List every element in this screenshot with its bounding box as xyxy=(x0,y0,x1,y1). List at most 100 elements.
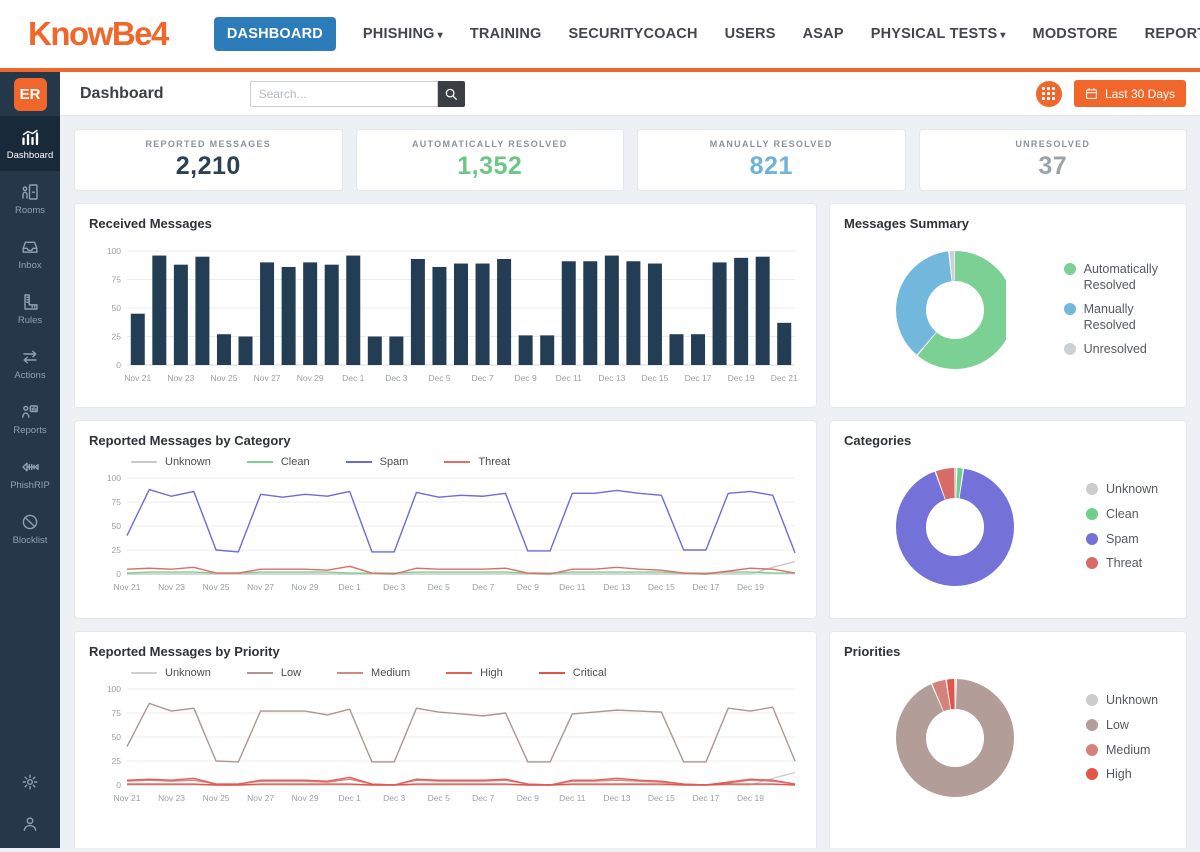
svg-text:Dec 13: Dec 13 xyxy=(598,373,625,383)
svg-text:Dec 3: Dec 3 xyxy=(385,373,407,383)
svg-text:Dec 13: Dec 13 xyxy=(603,582,630,592)
svg-text:Dec 21: Dec 21 xyxy=(771,373,798,383)
legend-swatch xyxy=(1086,768,1098,780)
legend-item-low[interactable]: Low xyxy=(247,667,301,679)
sidebar-item-rooms[interactable]: Rooms xyxy=(0,171,60,226)
date-range-label: Last 30 Days xyxy=(1105,87,1175,101)
legend-item-high[interactable]: High xyxy=(1086,767,1158,783)
svg-text:Nov 23: Nov 23 xyxy=(167,373,194,383)
nav-item-modstore[interactable]: MODSTORE xyxy=(1033,26,1118,42)
legend-item-threat[interactable]: Threat xyxy=(444,456,510,468)
legend-item-unknown[interactable]: Unknown xyxy=(1086,693,1158,709)
legend-item-low[interactable]: Low xyxy=(1086,718,1158,734)
legend-item-critical[interactable]: Critical xyxy=(539,667,607,679)
reports-icon xyxy=(20,402,40,422)
search-button[interactable] xyxy=(438,81,465,107)
stat-label: REPORTED MESSAGES xyxy=(145,139,271,149)
search-input[interactable] xyxy=(250,81,438,107)
nav-item-phishing[interactable]: PHISHING▾ xyxy=(363,26,443,42)
bar xyxy=(432,267,446,365)
legend-item-unknown[interactable]: Unknown xyxy=(131,667,211,679)
sidebar-item-actions[interactable]: Actions xyxy=(0,336,60,391)
legend-item-medium[interactable]: Medium xyxy=(337,667,410,679)
sidebar-item-label: Actions xyxy=(14,370,45,381)
legend-item-threat[interactable]: Threat xyxy=(1086,556,1158,572)
nav-item-reports[interactable]: REPORTS xyxy=(1145,26,1200,42)
legend-label: Medium xyxy=(371,667,410,679)
categories-card: CategoriesUnknownCleanSpamThreat xyxy=(829,420,1187,619)
donut-legend: Automatically Resolved Manually Resolved U… xyxy=(1064,262,1172,358)
svg-text:Nov 21: Nov 21 xyxy=(124,373,151,383)
date-range-button[interactable]: Last 30 Days xyxy=(1074,80,1186,107)
legend-item-clean[interactable]: Clean xyxy=(247,456,310,468)
bar xyxy=(756,257,770,365)
svg-text:Dec 9: Dec 9 xyxy=(517,582,539,592)
blocklist-icon xyxy=(20,512,40,532)
legend-item-clean[interactable]: Clean xyxy=(1086,507,1158,523)
legend-item-manually-resolved[interactable]: Manually Resolved xyxy=(1064,302,1172,333)
donut-chart xyxy=(882,237,1006,383)
bar xyxy=(734,258,748,365)
svg-text:Dec 9: Dec 9 xyxy=(515,373,537,383)
line-chart: 0255075100Nov 21Nov 23Nov 25Nov 27Nov 29… xyxy=(89,470,801,602)
sidebar-gear-button[interactable] xyxy=(20,772,40,792)
sidebar-item-reports[interactable]: Reports xyxy=(0,391,60,446)
nav-item-asap[interactable]: ASAP xyxy=(803,26,844,42)
sidebar-item-inbox[interactable]: Inbox xyxy=(0,226,60,281)
legend-item-medium[interactable]: Medium xyxy=(1086,743,1158,759)
legend-item-unknown[interactable]: Unknown xyxy=(131,456,211,468)
bar xyxy=(346,256,360,365)
svg-text:75: 75 xyxy=(112,275,122,285)
phisher-logo[interactable]: ER xyxy=(14,78,47,111)
actions-icon xyxy=(20,347,40,367)
nav-item-dashboard[interactable]: DASHBOARD xyxy=(214,17,336,51)
bar xyxy=(476,264,490,365)
svg-text:Dec 19: Dec 19 xyxy=(737,793,764,803)
svg-text:Dec 5: Dec 5 xyxy=(428,373,450,383)
gear-icon xyxy=(20,772,40,792)
sidebar-item-label: Rules xyxy=(18,315,42,326)
sidebar-item-blocklist[interactable]: Blocklist xyxy=(0,501,60,556)
bar xyxy=(519,335,533,365)
nav-item-securitycoach[interactable]: SECURITYCOACH xyxy=(569,26,698,42)
legend-item-spam[interactable]: Spam xyxy=(346,456,409,468)
svg-text:Dec 13: Dec 13 xyxy=(603,793,630,803)
chart-title: Messages Summary xyxy=(844,216,1172,231)
nav-item-users[interactable]: USERS xyxy=(725,26,776,42)
apps-grid-button[interactable] xyxy=(1036,81,1062,107)
legend-item-spam[interactable]: Spam xyxy=(1086,532,1158,548)
legend-item-unknown[interactable]: Unknown xyxy=(1086,482,1158,498)
chevron-down-icon: ▾ xyxy=(438,30,443,41)
bar xyxy=(152,256,166,365)
nav-item-physical-tests[interactable]: PHYSICAL TESTS▾ xyxy=(871,26,1006,42)
legend-item-automatically-resolved[interactable]: Automatically Resolved xyxy=(1064,262,1172,293)
legend-item-unresolved[interactable]: Unresolved xyxy=(1064,342,1172,358)
sidebar-item-rules[interactable]: Rules xyxy=(0,281,60,336)
stat-card-unresolved: UNRESOLVED37 xyxy=(919,129,1188,191)
legend-item-high[interactable]: High xyxy=(446,667,503,679)
svg-text:Dec 1: Dec 1 xyxy=(339,793,361,803)
nav-item-training[interactable]: TRAINING xyxy=(470,26,542,42)
svg-text:Dec 3: Dec 3 xyxy=(383,793,405,803)
svg-text:Dec 19: Dec 19 xyxy=(737,582,764,592)
svg-text:Nov 25: Nov 25 xyxy=(203,793,230,803)
svg-text:25: 25 xyxy=(112,545,122,555)
legend-label: Clean xyxy=(281,456,310,468)
user-icon xyxy=(20,814,40,834)
legend-label: Medium xyxy=(1106,743,1150,759)
legend-swatch xyxy=(1086,557,1098,569)
legend-swatch xyxy=(446,672,472,674)
knowbe4-logo[interactable]: KnowBe4 xyxy=(28,15,168,53)
stat-card-manually-resolved: MANUALLY RESOLVED821 xyxy=(637,129,906,191)
svg-text:50: 50 xyxy=(112,303,122,313)
chart-title: Reported Messages by Category xyxy=(89,433,802,448)
svg-text:Dec 7: Dec 7 xyxy=(471,373,493,383)
sidebar-item-phishrip[interactable]: PhishRIP xyxy=(0,446,60,501)
legend-swatch xyxy=(131,461,157,463)
sidebar-user-button[interactable] xyxy=(20,814,40,834)
stat-value: 37 xyxy=(1038,152,1067,181)
sidebar-item-dashboard[interactable]: Dashboard xyxy=(0,116,60,171)
donut-legend: Unknown Low Medium High xyxy=(1086,693,1158,783)
chevron-down-icon: ▾ xyxy=(1000,30,1005,41)
svg-text:Dec 15: Dec 15 xyxy=(648,582,675,592)
